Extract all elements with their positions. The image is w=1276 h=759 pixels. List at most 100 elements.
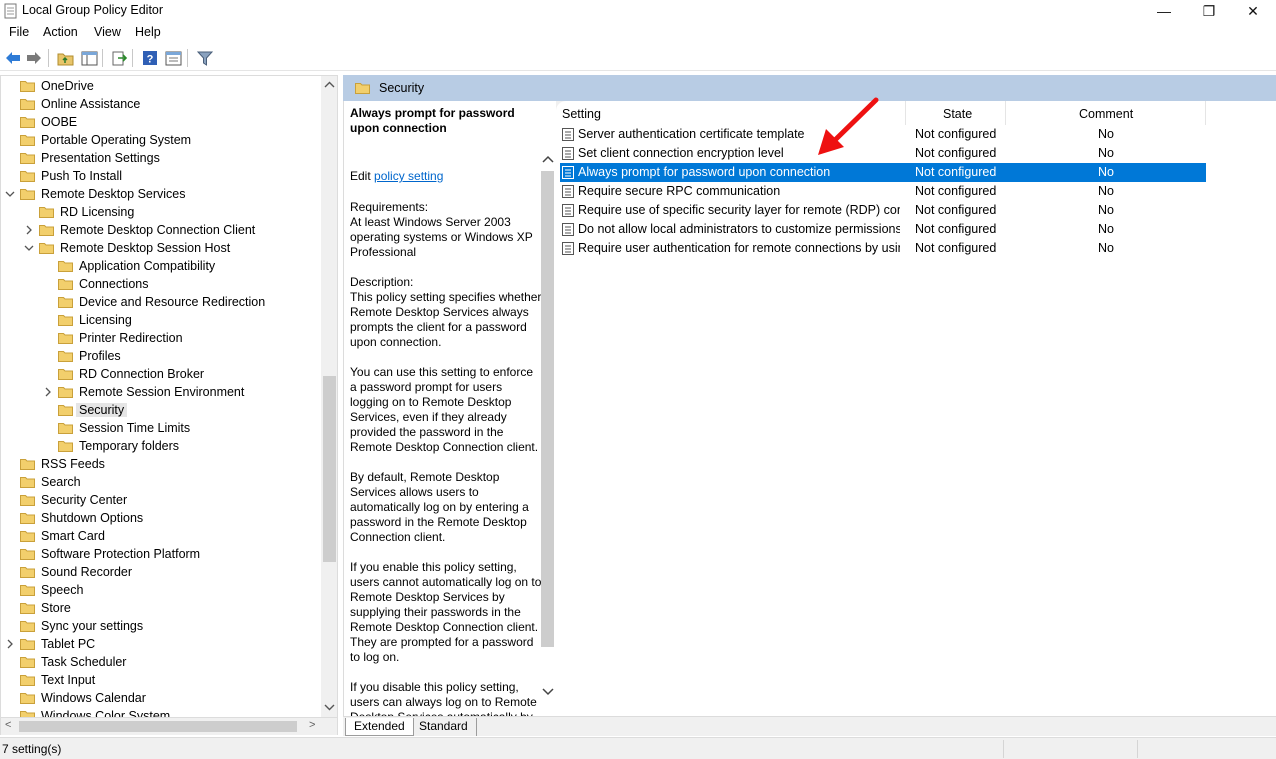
tree-item[interactable]: Security Center: [20, 491, 127, 509]
tree-item[interactable]: Store: [20, 599, 71, 617]
folder-icon: [20, 566, 35, 578]
tree-item[interactable]: Application Compatibility: [58, 257, 215, 275]
description-paragraph-1: Description: This policy setting specifi…: [350, 275, 542, 349]
tree-item[interactable]: Licensing: [58, 311, 132, 329]
menu-help[interactable]: Help: [135, 25, 161, 39]
folder-icon: [20, 656, 35, 668]
policy-row[interactable]: Require secure RPC communication Not conf…: [560, 182, 1206, 201]
column-header-state[interactable]: State: [943, 105, 972, 123]
menu-file[interactable]: File: [9, 25, 29, 39]
tree-item[interactable]: Temporary folders: [58, 437, 179, 455]
tree-item-label: Licensing: [79, 313, 132, 327]
policy-row[interactable]: Do not allow local administrators to cus…: [560, 220, 1206, 239]
tree-horizontal-scroll-thumb[interactable]: [19, 721, 297, 732]
tree-item[interactable]: Security: [58, 401, 128, 419]
chevron-right-icon[interactable]: [5, 639, 15, 649]
scroll-up-icon[interactable]: [542, 155, 554, 163]
description-scroll-thumb[interactable]: [541, 171, 554, 647]
tree-item[interactable]: Windows Color System: [20, 707, 170, 717]
policy-tree: OneDrive Online Assistance OOBE Portable Op…: [0, 75, 338, 718]
chevron-down-icon[interactable]: [5, 189, 15, 199]
category-header-title: Security: [379, 81, 425, 95]
tree-item[interactable]: Session Time Limits: [58, 419, 190, 437]
tree-item[interactable]: Speech: [20, 581, 83, 599]
show-hide-tree-icon[interactable]: [79, 48, 99, 68]
tab-standard[interactable]: Standard: [411, 718, 477, 736]
tree-item[interactable]: Sound Recorder: [20, 563, 132, 581]
svg-text:?: ?: [147, 54, 154, 66]
folder-icon: [58, 422, 73, 434]
tree-item[interactable]: Sync your settings: [20, 617, 143, 635]
back-arrow-icon[interactable]: [3, 48, 23, 68]
tree-item[interactable]: OneDrive: [20, 77, 94, 95]
tree-item[interactable]: RD Connection Broker: [58, 365, 204, 383]
filter-icon[interactable]: [195, 48, 215, 68]
tree-item[interactable]: RSS Feeds: [20, 455, 105, 473]
policy-state: Not configured: [915, 203, 997, 217]
policy-comment: No: [1098, 127, 1114, 141]
properties-icon[interactable]: [163, 48, 183, 68]
tree-item[interactable]: Shutdown Options: [20, 509, 143, 527]
tree-item[interactable]: OOBE: [20, 113, 77, 131]
tree-item[interactable]: Remote Session Environment: [58, 383, 244, 401]
tree-item[interactable]: Software Protection Platform: [20, 545, 200, 563]
policy-row[interactable]: Require use of specific security layer f…: [560, 201, 1206, 220]
up-folder-icon[interactable]: [55, 48, 75, 68]
chevron-right-icon[interactable]: [24, 225, 34, 235]
policy-row[interactable]: Always prompt for password upon connecti…: [560, 163, 1206, 182]
menu-action[interactable]: Action: [43, 25, 78, 39]
policy-setting-name: Require use of specific security layer f…: [578, 203, 900, 217]
tab-extended[interactable]: Extended: [345, 718, 414, 736]
tree-item[interactable]: Remote Desktop Connection Client: [39, 221, 255, 239]
description-paragraph-3: By default, Remote Desktop Services allo…: [350, 470, 529, 544]
tree-item-label: Remote Session Environment: [79, 385, 245, 399]
folder-icon: [20, 530, 35, 542]
policy-comment: No: [1098, 146, 1114, 160]
chevron-right-icon[interactable]: [43, 387, 53, 397]
tree-item-label: Security Center: [41, 493, 128, 507]
tree-vertical-scrollbar[interactable]: [321, 76, 337, 717]
edit-policy-setting-link[interactable]: policy setting: [374, 169, 443, 183]
scroll-up-icon[interactable]: [324, 81, 335, 88]
column-header-comment[interactable]: Comment: [1079, 105, 1133, 123]
tree-item[interactable]: Push To Install: [20, 167, 122, 185]
tree-item[interactable]: Connections: [58, 275, 149, 293]
tree-item[interactable]: Task Scheduler: [20, 653, 126, 671]
policy-row[interactable]: Require user authentication for remote c…: [560, 239, 1206, 258]
tree-horizontal-scrollbar[interactable]: < >: [0, 718, 338, 735]
tree-vertical-scroll-thumb[interactable]: [323, 376, 336, 562]
tree-item[interactable]: Tablet PC: [20, 635, 95, 653]
close-button[interactable]: ✕: [1230, 0, 1276, 22]
tree-item[interactable]: Presentation Settings: [20, 149, 160, 167]
tree-item[interactable]: Remote Desktop Session Host: [39, 239, 230, 257]
tree-item[interactable]: Profiles: [58, 347, 121, 365]
menu-view[interactable]: View: [94, 25, 121, 39]
tree-item-label: Windows Calendar: [41, 691, 146, 705]
tree-item[interactable]: Text Input: [20, 671, 95, 689]
scroll-down-icon[interactable]: [324, 704, 335, 711]
tree-item[interactable]: Search: [20, 473, 81, 491]
tree-item[interactable]: Printer Redirection: [58, 329, 183, 347]
policy-setting-icon: [562, 128, 574, 141]
forward-arrow-icon[interactable]: [24, 48, 44, 68]
description-scrollbar[interactable]: [540, 151, 556, 711]
minimize-button[interactable]: —: [1141, 0, 1187, 22]
column-header-setting[interactable]: Setting: [562, 105, 601, 123]
export-list-icon[interactable]: [109, 48, 129, 68]
tree-item-label: Remote Desktop Services: [41, 187, 186, 201]
tree-item[interactable]: Device and Resource Redirection: [58, 293, 265, 311]
tree-item-label: Sound Recorder: [41, 565, 133, 579]
tree-item[interactable]: Portable Operating System: [20, 131, 191, 149]
tree-item[interactable]: RD Licensing: [39, 203, 134, 221]
tree-item-label: Shutdown Options: [41, 511, 144, 525]
scroll-down-icon[interactable]: [542, 688, 554, 696]
tree-item[interactable]: Online Assistance: [20, 95, 140, 113]
tree-item-label: Device and Resource Redirection: [79, 295, 266, 309]
help-icon[interactable]: ?: [140, 48, 160, 68]
restore-button[interactable]: ❐: [1186, 0, 1232, 22]
tree-item[interactable]: Windows Calendar: [20, 689, 146, 707]
tree-item[interactable]: Remote Desktop Services: [20, 185, 186, 203]
folder-icon: [58, 386, 73, 398]
tree-item[interactable]: Smart Card: [20, 527, 105, 545]
chevron-down-icon[interactable]: [24, 243, 34, 253]
